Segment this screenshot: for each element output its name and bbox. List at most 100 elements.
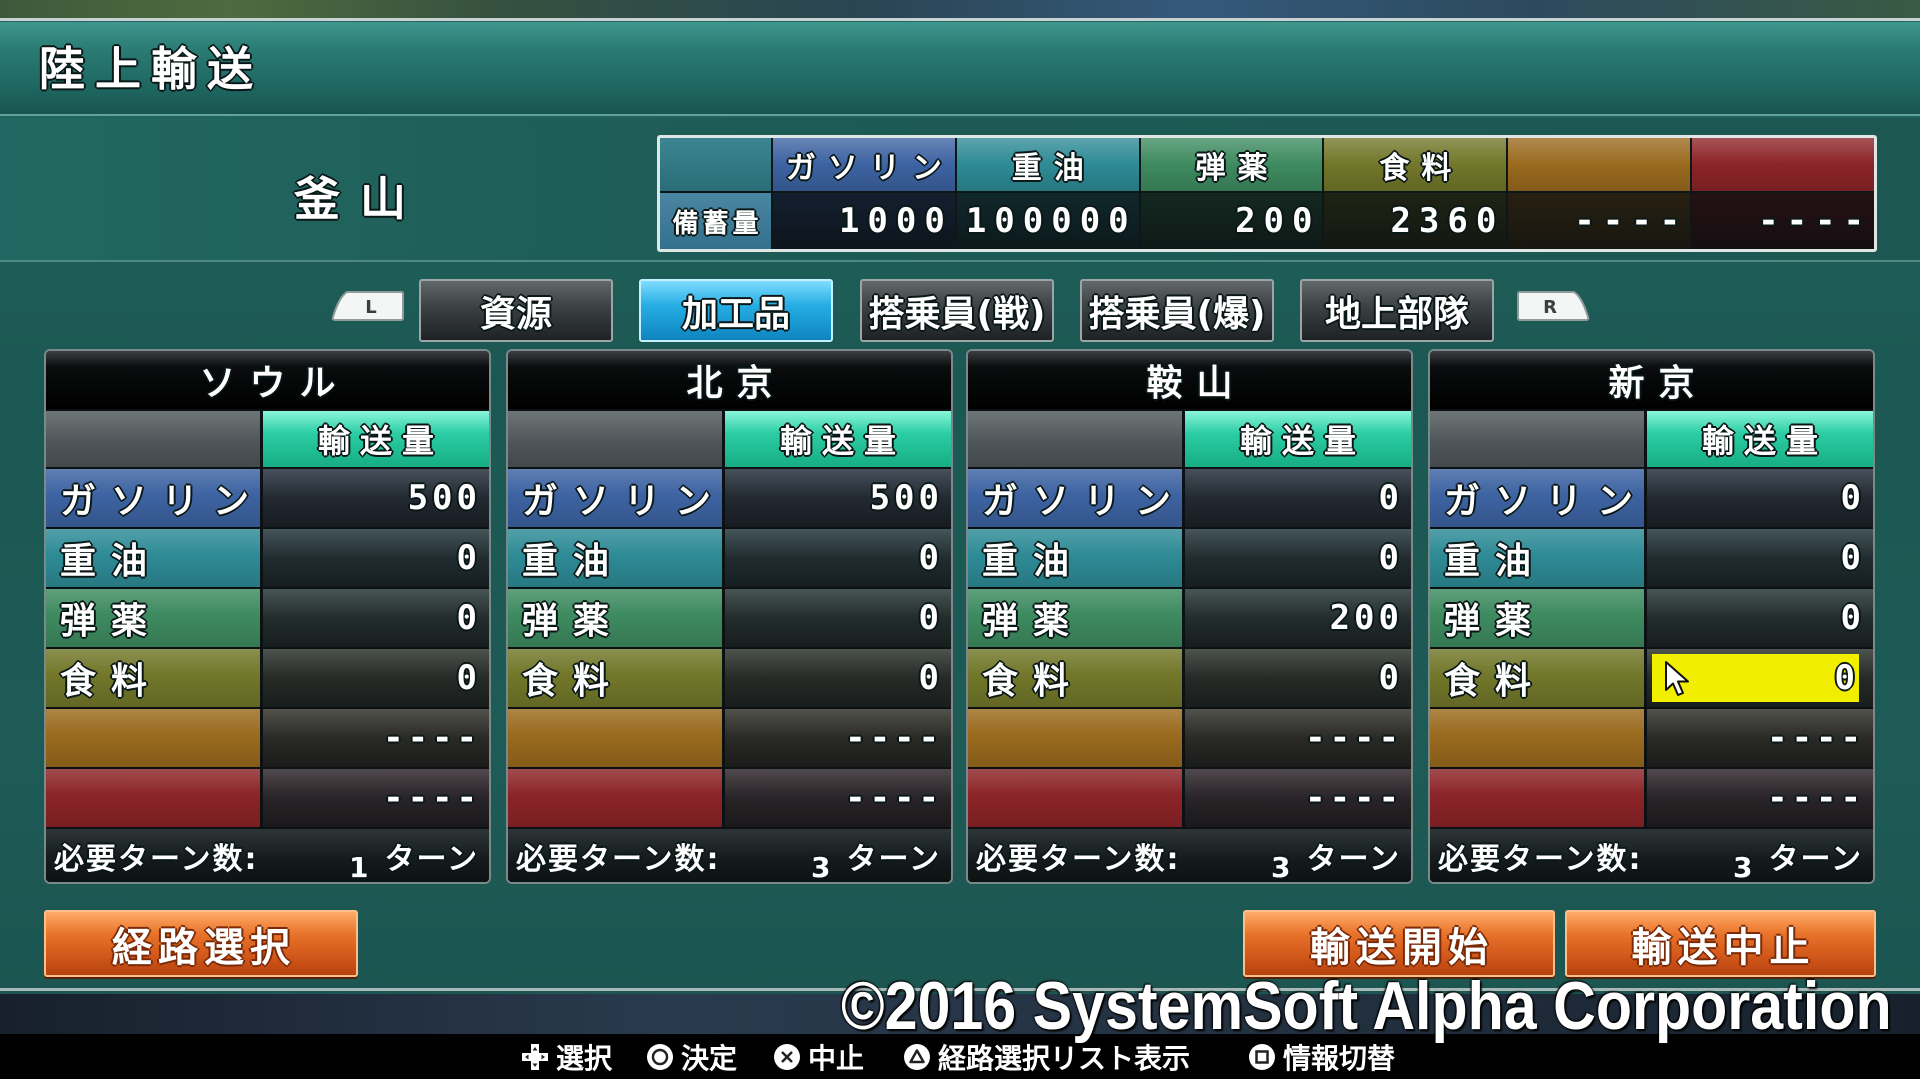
- resource-label-gasoline: ガソリン: [46, 469, 260, 527]
- stop-transport-label: 輸送中止: [1631, 924, 1816, 971]
- required-turns-group: 3 ターン: [1271, 834, 1401, 883]
- resource-label-slot5: [508, 709, 722, 767]
- transport-amount-value: 0: [456, 598, 481, 638]
- required-turns-label: 必要ターン数:: [1438, 841, 1643, 877]
- r-shoulder-label: R: [1543, 297, 1557, 318]
- transport-amount-field[interactable]: 0: [1647, 529, 1873, 587]
- transport-amount-field: ----: [1647, 769, 1873, 827]
- resource-label-heavy-oil: 重油: [46, 529, 260, 587]
- stockpile-header-heavy-oil: 重油: [957, 138, 1139, 191]
- destination-city-name: 新京: [1430, 351, 1873, 409]
- transport-amount-value: 500: [869, 478, 943, 518]
- transport-amount-field: ----: [1185, 769, 1411, 827]
- destination-city-name: 鞍山: [968, 351, 1411, 409]
- tab-resources[interactable]: 資源: [419, 279, 613, 342]
- transport-amount-field[interactable]: 0: [263, 649, 489, 707]
- circle-button-icon: [647, 1044, 673, 1070]
- destination-city-name: ソウル: [46, 351, 489, 409]
- transport-amount-field[interactable]: 0: [263, 529, 489, 587]
- transport-amount-header: 輸送量: [1185, 411, 1411, 467]
- destination-panel: ソウル 輸送量 ガソリン 500 重油 0 弾薬 0 食料 0 ---- ---…: [44, 349, 491, 884]
- transport-amount-field[interactable]: 200: [1185, 589, 1411, 647]
- transport-amount-field[interactable]: 0: [1185, 469, 1411, 527]
- transport-amount-field: ----: [725, 769, 951, 827]
- stockpile-corner-cell: [660, 138, 771, 191]
- transport-amount-field[interactable]: 0: [1647, 469, 1873, 527]
- transport-amount-value: 0: [918, 538, 943, 578]
- transport-amount-value: ----: [1305, 718, 1403, 758]
- resource-label-food: 食料: [1430, 649, 1644, 707]
- control-hint-confirm: 決定: [645, 1037, 737, 1077]
- required-turns-value: 3: [1271, 850, 1293, 884]
- required-turns-group: 1 ターン: [349, 834, 479, 883]
- transport-amount-header: 輸送量: [725, 411, 951, 467]
- transport-amount-value: ----: [383, 778, 481, 818]
- transport-amount-header: 輸送量: [1647, 411, 1873, 467]
- land-transport-screen: 陸上輸送 釜山 ガソリン 重油 弾薬 食料 備蓄量 1000 100000 20…: [0, 0, 1920, 1079]
- l-shoulder-label: L: [365, 297, 376, 318]
- resource-label-gasoline: ガソリン: [508, 469, 722, 527]
- destination-panel: 北京 輸送量 ガソリン 500 重油 0 弾薬 0 食料 0 ---- ----…: [506, 349, 953, 884]
- transport-amount-field[interactable]: 0: [1185, 649, 1411, 707]
- transport-amount-field[interactable]: 0: [725, 589, 951, 647]
- map-strip: [0, 0, 1920, 21]
- triangle-button-icon: [904, 1044, 930, 1070]
- required-turns: 必要ターン数: 1 ターン: [46, 829, 489, 882]
- resource-label-food: 食料: [968, 649, 1182, 707]
- start-transport-button[interactable]: 輸送開始: [1243, 910, 1555, 977]
- resource-label-food: 食料: [46, 649, 260, 707]
- transport-amount-value: ----: [1767, 718, 1865, 758]
- required-turns: 必要ターン数: 3 ターン: [508, 829, 951, 882]
- stockpile-header-slot5: [1508, 138, 1691, 191]
- transport-amount-field[interactable]: 0: [725, 529, 951, 587]
- transport-amount-field[interactable]: 0: [725, 649, 951, 707]
- tab-processed-goods[interactable]: 加工品: [639, 279, 833, 342]
- required-turns-group: 3 ターン: [811, 834, 941, 883]
- required-turns-value: 3: [811, 850, 833, 884]
- mouse-cursor-icon: [1665, 661, 1689, 696]
- start-transport-label: 輸送開始: [1310, 924, 1494, 971]
- transport-amount-field: ----: [1185, 709, 1411, 767]
- r-shoulder-icon: R: [1517, 291, 1590, 321]
- transport-amount-field[interactable]: 500: [725, 469, 951, 527]
- required-turns-value: 3: [1733, 850, 1755, 884]
- transport-amount-header: 輸送量: [263, 411, 489, 467]
- stockpile-header-food: 食料: [1324, 138, 1507, 191]
- tab-crew-fighter[interactable]: 搭乗員(戦): [860, 279, 1054, 342]
- transport-amount-field[interactable]: 0: [1647, 589, 1873, 647]
- resource-label-food: 食料: [508, 649, 722, 707]
- cross-button-icon: [774, 1044, 800, 1070]
- required-turns-group: 3 ターン: [1733, 834, 1863, 883]
- transport-amount-value: 0: [1378, 538, 1403, 578]
- transport-amount-field: ----: [725, 709, 951, 767]
- dpad-icon: [522, 1044, 548, 1070]
- required-turns-unit: ターン: [846, 841, 941, 877]
- resource-label-heavy-oil: 重油: [968, 529, 1182, 587]
- transport-amount-value: 0: [456, 538, 481, 578]
- transport-amount-value: ----: [1767, 778, 1865, 818]
- transport-amount-value: ----: [383, 718, 481, 758]
- stop-transport-button[interactable]: 輸送中止: [1565, 910, 1876, 977]
- stockpile-header-gasoline: ガソリン: [773, 138, 955, 191]
- stockpile-value-ammo: 200: [1140, 193, 1323, 249]
- transport-amount-value: 500: [407, 478, 481, 518]
- route-select-button[interactable]: 経路選択: [44, 910, 358, 977]
- stockpile-table: ガソリン 重油 弾薬 食料 備蓄量 1000 100000 200 2360 -…: [657, 135, 1877, 252]
- transport-amount-field[interactable]: 0: [1185, 529, 1411, 587]
- transport-amount-value: 0: [918, 658, 943, 698]
- transport-amount-value: 0: [1378, 658, 1403, 698]
- transport-amount-value: 0: [1378, 478, 1403, 518]
- stockpile-header-ammo: 弾薬: [1141, 138, 1323, 191]
- resource-label-gasoline: ガソリン: [1430, 469, 1644, 527]
- transport-amount-field[interactable]: 0: [263, 589, 489, 647]
- r-shoulder-button[interactable]: R: [1516, 290, 1590, 322]
- l-shoulder-button[interactable]: L: [331, 290, 405, 322]
- stockpile-header-slot6: [1692, 138, 1874, 191]
- transport-amount-field: ----: [263, 769, 489, 827]
- tab-ground-units[interactable]: 地上部隊: [1300, 279, 1494, 342]
- tab-crew-bomber[interactable]: 搭乗員(爆): [1080, 279, 1274, 342]
- required-turns-label: 必要ターン数:: [976, 841, 1181, 877]
- transport-amount-field[interactable]: 500: [263, 469, 489, 527]
- title-bar: 陸上輸送: [0, 22, 1920, 116]
- transport-amount-value: ----: [845, 718, 943, 758]
